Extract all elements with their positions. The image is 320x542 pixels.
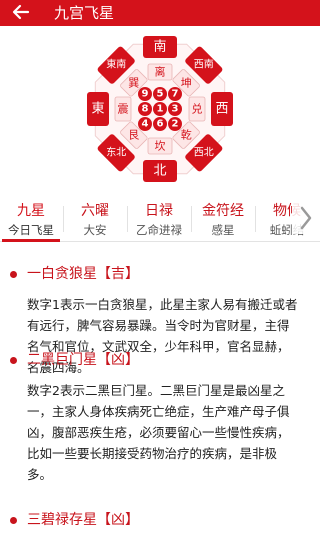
star-list: 一白贪狼星【吉】 数字1表示一白贪狼星，此星主家人易有搬迁或者 有远行，脾气容易… bbox=[0, 252, 320, 542]
number-label: 6 bbox=[157, 119, 164, 130]
tab-sub: 今日飞星 bbox=[8, 223, 54, 237]
direction-label: 西北 bbox=[194, 146, 214, 158]
number-label: 7 bbox=[172, 89, 179, 100]
star-title: 二黑巨门星【凶】 bbox=[27, 352, 139, 368]
text-line: 多。 bbox=[27, 467, 53, 482]
app-header: 九宫飞星 bbox=[0, 0, 320, 26]
tab-label: 九星 bbox=[17, 203, 45, 219]
tab-label: 六曜 bbox=[81, 203, 109, 219]
number-label: 5 bbox=[157, 89, 164, 100]
number-label: 3 bbox=[172, 104, 179, 115]
bagua-svg: 南离 西南坤西兑西北乾北坎 东北艮 東 震 東南巽 9 5 7 8 1 3 4 6 2 bbox=[87, 36, 233, 182]
trigram-label: 离 bbox=[155, 65, 166, 79]
text-line: 数字2表示二黑巨门星。二黑巨门星是最凶星之 bbox=[27, 383, 285, 398]
tab-label: 金符经 bbox=[202, 203, 244, 219]
direction-label: 东北 bbox=[106, 145, 126, 158]
bagua-diagram: 南离 西南坤西兑西北乾北坎 东北艮 東 震 東南巽 957 813 462 bbox=[0, 26, 320, 192]
active-tab-indicator bbox=[2, 239, 60, 242]
star-description: 数字2表示二黑巨门星。二黑巨门星是最凶星之 一，主家人身体疾病死亡绝症，生产难产… bbox=[27, 380, 307, 485]
text-line: 一，主家人身体疾病死亡绝症，生产难产母子俱 bbox=[27, 404, 290, 419]
star-title: 一白贪狼星【吉】 bbox=[27, 266, 139, 282]
trigram-label: 震 bbox=[118, 103, 129, 116]
text-line: 有远行，脾气容易暴躁。当令时为官财星，主得 bbox=[27, 318, 290, 333]
bullet-dot-icon bbox=[10, 271, 17, 278]
page-title: 九宫飞星 bbox=[54, 4, 115, 22]
trigram-label: 坤 bbox=[181, 75, 192, 89]
trigram-tile: 震 bbox=[114, 96, 132, 122]
number-label: 2 bbox=[172, 119, 179, 130]
number-label: 8 bbox=[142, 104, 149, 115]
direction-label: 東 bbox=[91, 101, 104, 117]
tab-rilu[interactable]: 日禄 乙命进禄 bbox=[128, 192, 190, 242]
number-label: 1 bbox=[157, 104, 164, 115]
back-arrow-icon[interactable] bbox=[10, 1, 32, 23]
text-line: 数字1表示一白贪狼星，此星主家人易有搬迁或者 bbox=[27, 297, 298, 312]
tab-bar: 九星 今日飞星 六曜 大安 日禄 乙命进禄 金符经 感星 物候 蚯蚓结 bbox=[0, 192, 320, 242]
direction-label: 南 bbox=[153, 39, 166, 55]
trigram-label: 兑 bbox=[192, 102, 203, 116]
direction-label: 東南 bbox=[106, 58, 126, 71]
tab-sub: 感星 bbox=[211, 223, 235, 237]
trigram-label: 巽 bbox=[128, 76, 139, 89]
chevron-right-icon[interactable] bbox=[292, 202, 320, 234]
direction-block: 西 bbox=[211, 92, 233, 126]
tab-label: 日禄 bbox=[145, 203, 173, 219]
tab-liuyao[interactable]: 六曜 大安 bbox=[64, 192, 126, 242]
bullet-dot-icon bbox=[10, 517, 17, 524]
direction-block: 東 bbox=[87, 92, 109, 126]
trigram-tile: 兑 bbox=[188, 96, 206, 122]
bullet-dot-icon bbox=[10, 357, 17, 364]
tab-jinfujing[interactable]: 金符经 感星 bbox=[192, 192, 254, 242]
direction-label: 北 bbox=[153, 164, 166, 179]
number-label: 9 bbox=[142, 89, 149, 100]
trigram-label: 艮 bbox=[128, 129, 139, 142]
direction-label: 西南 bbox=[194, 58, 214, 71]
trigram-label: 坎 bbox=[155, 140, 166, 153]
text-line: 凶，腹部恶疾生疮，必须要留心一些慢性疾病， bbox=[27, 425, 290, 440]
tab-jiuxing[interactable]: 九星 今日飞星 bbox=[0, 192, 62, 242]
star-title: 三碧禄存星【凶】 bbox=[27, 512, 139, 528]
text-line: 比如一些要长期接受药物治疗的疾病，是非极 bbox=[27, 446, 278, 461]
number-label: 4 bbox=[142, 119, 149, 130]
trigram-label: 乾 bbox=[181, 129, 192, 142]
tab-sub: 大安 bbox=[83, 223, 107, 237]
direction-label: 西 bbox=[215, 102, 228, 117]
tab-sub: 乙命进禄 bbox=[136, 223, 182, 237]
direction-block: 南 bbox=[143, 36, 177, 58]
direction-block: 北 bbox=[143, 160, 177, 182]
trigram-tile: 坎 bbox=[147, 137, 173, 155]
trigram-tile: 离 bbox=[147, 63, 173, 81]
